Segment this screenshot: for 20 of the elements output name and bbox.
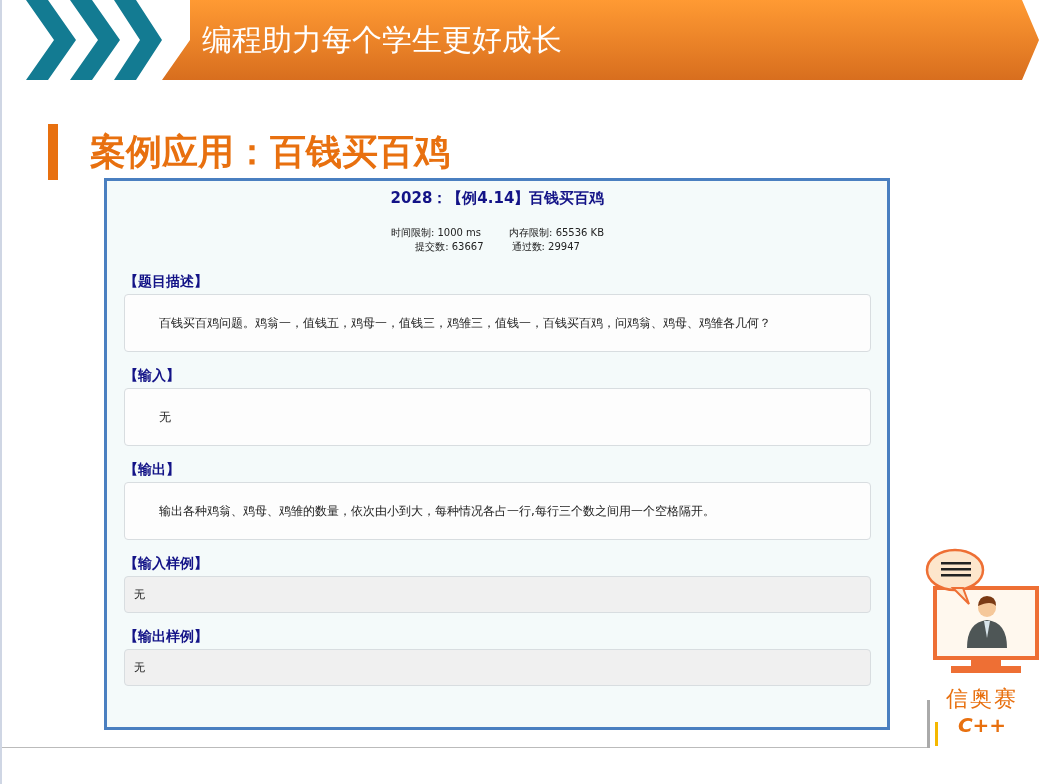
section-heading: 【输入】 bbox=[124, 366, 181, 384]
problem-title: 2028：【例4.14】百钱买百鸡 bbox=[389, 189, 606, 208]
accent-bar bbox=[48, 124, 58, 180]
logo-text: C++ bbox=[957, 714, 1007, 736]
section-heading: 【输出样例】 bbox=[124, 627, 209, 645]
section-text: 百钱买百鸡问题。鸡翁一，值钱五，鸡母一，值钱三，鸡雏三，值钱一，百钱买百鸡，问鸡翁、鸡母、鸡雏各几何？ bbox=[159, 314, 771, 332]
section-heading: 【题目描述】 bbox=[124, 272, 209, 290]
section-text: 无 bbox=[159, 408, 171, 426]
limit-text: 内存限制: 65536 KB bbox=[509, 226, 605, 240]
section-heading: 【输入样例】 bbox=[124, 554, 209, 572]
slide-heading: 案例应用：百钱买百鸡 bbox=[90, 130, 450, 174]
banner-title: 编程助力每个学生更好成长 bbox=[202, 20, 562, 59]
logo-text: 信奥赛 bbox=[946, 685, 1018, 713]
section-text: 输出各种鸡翁、鸡母、鸡雏的数量，依次由小到大，每种情况各占一行,每行三个数之间用一个空格隔开。 bbox=[159, 502, 715, 520]
section-text: 无 bbox=[134, 587, 145, 602]
stat-text: 提交数: 63667 bbox=[415, 240, 484, 254]
stat-text: 通过数: 29947 bbox=[511, 240, 580, 254]
limit-text: 时间限制: 1000 ms bbox=[390, 226, 482, 240]
section-text: 无 bbox=[134, 660, 145, 675]
section-heading: 【输出】 bbox=[124, 460, 181, 478]
